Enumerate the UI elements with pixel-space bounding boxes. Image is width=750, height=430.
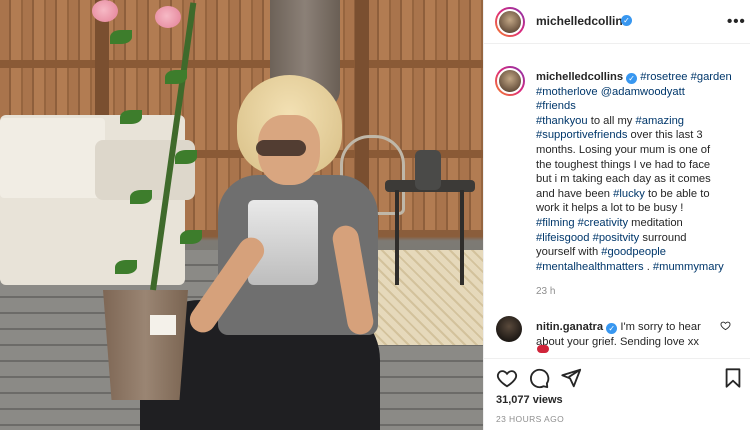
caption-line: #thankyou to all my #amazing xyxy=(536,114,744,129)
mention[interactable]: @adamwoodyatt xyxy=(601,86,685,98)
post-video[interactable] xyxy=(0,0,483,430)
verified-badge-icon: ✓ xyxy=(606,323,618,334)
caption-text: over this last 3 xyxy=(627,129,703,142)
comment-like-heart-icon[interactable] xyxy=(720,320,731,331)
post-caption: michelledcollins ✓ #rosetree #garden #mo… xyxy=(536,70,744,274)
hashtag[interactable]: #amazing xyxy=(636,115,685,127)
caption-line: #filming #creativity meditation xyxy=(536,216,744,231)
hashtag[interactable]: #creativity xyxy=(578,217,628,229)
rug xyxy=(365,250,483,345)
leaf xyxy=(115,260,137,274)
table-leg xyxy=(460,190,464,285)
caption-timestamp[interactable]: 23 h xyxy=(536,286,555,297)
rose-flower xyxy=(155,6,181,28)
hashtag[interactable]: #positvity xyxy=(593,232,640,244)
caption-line: #supportivefriends over this last 3 xyxy=(536,128,744,143)
hashtag[interactable]: #friends xyxy=(536,100,576,112)
leaf xyxy=(165,70,187,84)
pot-label xyxy=(150,315,176,335)
caption-text: but i m taking each day as it comes xyxy=(536,173,711,186)
author-avatar[interactable] xyxy=(495,7,525,37)
rose-flower xyxy=(92,0,118,22)
caption-author-username[interactable]: michelledcollins xyxy=(536,71,623,83)
caption-author-avatar[interactable] xyxy=(495,66,525,96)
leaf xyxy=(120,110,142,124)
caption-line: yourself with #goodpeople xyxy=(536,245,744,260)
verified-badge-icon: ✓ xyxy=(621,15,632,26)
caption-line: and have been #lucky to be able to xyxy=(536,187,744,202)
hashtag[interactable]: #mentalhealthmatters xyxy=(536,261,644,273)
verified-badge-icon: ✓ xyxy=(626,73,638,84)
heart-icon[interactable] xyxy=(496,367,518,389)
caption-text: and have been xyxy=(536,187,614,200)
author-username[interactable]: michelledcollins xyxy=(536,14,629,28)
caption-line: michelledcollins ✓ #rosetree #garden xyxy=(536,70,744,85)
caption-text: surround xyxy=(639,231,687,244)
caption-text: . xyxy=(643,260,653,273)
leaf xyxy=(110,30,132,44)
hashtag[interactable]: #rosetree xyxy=(640,71,687,83)
hashtag[interactable]: #thankyou xyxy=(536,115,588,127)
hashtag[interactable]: #mummymary xyxy=(653,261,724,273)
leaf xyxy=(130,190,152,204)
caption-text: the toughest things I ve had to face xyxy=(536,158,711,171)
paper-plane-icon[interactable] xyxy=(560,367,582,389)
reaction-emoji xyxy=(537,345,549,353)
caption-text: to be able to xyxy=(644,187,710,200)
caption-line: work it helps a lot to be busy ! xyxy=(536,201,744,216)
post-header: michelledcollins ✓ ••• xyxy=(484,0,750,44)
post-side-panel: michelledcollins ✓ ••• michelledcollins … xyxy=(483,0,750,430)
hashtag[interactable]: #goodpeople xyxy=(601,246,666,258)
caption-line: the toughest things I ve had to face xyxy=(536,158,744,173)
hashtag[interactable]: #lifeisgood xyxy=(536,232,590,244)
sunglasses xyxy=(256,140,306,156)
sofa-cushion xyxy=(0,118,105,198)
caption-line: #mentalhealthmatters . #mummymary xyxy=(536,260,744,275)
caption-line: #lifeisgood #positvity surround xyxy=(536,231,744,246)
caption-text: to all my xyxy=(587,114,636,127)
caption-text: months. Losing your mum is one of xyxy=(536,143,711,156)
more-options-icon[interactable]: ••• xyxy=(727,13,746,30)
post-timestamp[interactable]: 23 HOURS AGO xyxy=(496,414,564,424)
comment: nitin.ganatra ✓ I'm sorry to hear about … xyxy=(536,320,716,349)
hashtag[interactable]: #garden xyxy=(691,71,732,83)
caption-text: yourself with xyxy=(536,246,602,259)
leaf xyxy=(180,230,202,244)
commenter-avatar[interactable] xyxy=(496,316,522,342)
caption-line: months. Losing your mum is one of xyxy=(536,143,744,158)
bookmark-icon[interactable] xyxy=(722,367,744,389)
post-actions-bar xyxy=(484,358,750,394)
caption-line: #motherlove @adamwoodyatt xyxy=(536,85,744,100)
caption-text: work it helps a lot to be busy ! xyxy=(536,202,684,215)
view-count[interactable]: 31,077 views xyxy=(496,394,563,406)
hashtag[interactable]: #filming xyxy=(536,217,575,229)
hashtag[interactable]: #motherlove xyxy=(536,86,598,98)
plant-pot xyxy=(103,290,188,400)
caption-text: meditation xyxy=(628,216,683,229)
commenter-username[interactable]: nitin.ganatra xyxy=(536,321,603,333)
table-leg xyxy=(395,190,399,285)
caption-line: #friends xyxy=(536,99,744,114)
fence-rail xyxy=(0,60,483,68)
caption-line: but i m taking each day as it comes xyxy=(536,172,744,187)
leaf xyxy=(175,150,197,164)
hashtag[interactable]: #supportivefriends xyxy=(536,129,627,141)
comment-bubble-icon[interactable] xyxy=(528,367,550,389)
lantern xyxy=(415,150,441,190)
hashtag[interactable]: #lucky xyxy=(613,188,645,200)
